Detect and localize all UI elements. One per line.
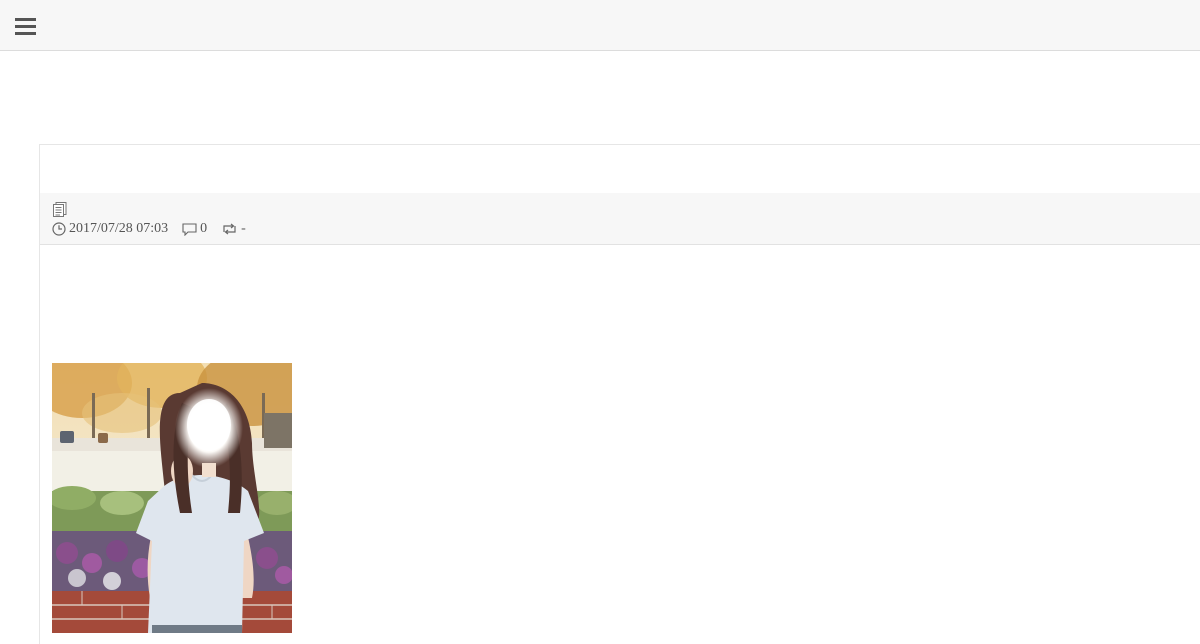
menu-line <box>15 32 36 35</box>
post-comments[interactable]: 0 <box>182 221 207 237</box>
post-meta-row: 2017/07/28 07:03 0 - <box>52 221 246 237</box>
post-datetime-text[interactable]: 2017/07/28 07:03 <box>69 221 168 237</box>
post-meta-bar: 2017/07/28 07:03 0 - <box>40 193 1200 245</box>
post-reposts[interactable]: - <box>221 221 246 237</box>
reposts-count: - <box>241 221 246 236</box>
comments-count: 0 <box>200 221 208 236</box>
document-icon[interactable] <box>53 202 67 217</box>
post-datetime: 2017/07/28 07:03 <box>52 221 168 237</box>
repost-icon <box>223 223 236 235</box>
blog-post: 2017/07/28 07:03 0 - <box>39 144 1200 644</box>
clock-icon <box>52 222 66 236</box>
menu-line <box>15 25 36 28</box>
menu-line <box>15 18 36 21</box>
top-navbar <box>0 0 1200 51</box>
hamburger-menu-icon[interactable] <box>13 15 38 37</box>
comment-icon <box>182 222 197 236</box>
post-photo[interactable] <box>52 363 292 633</box>
post-photo-image <box>52 363 292 633</box>
